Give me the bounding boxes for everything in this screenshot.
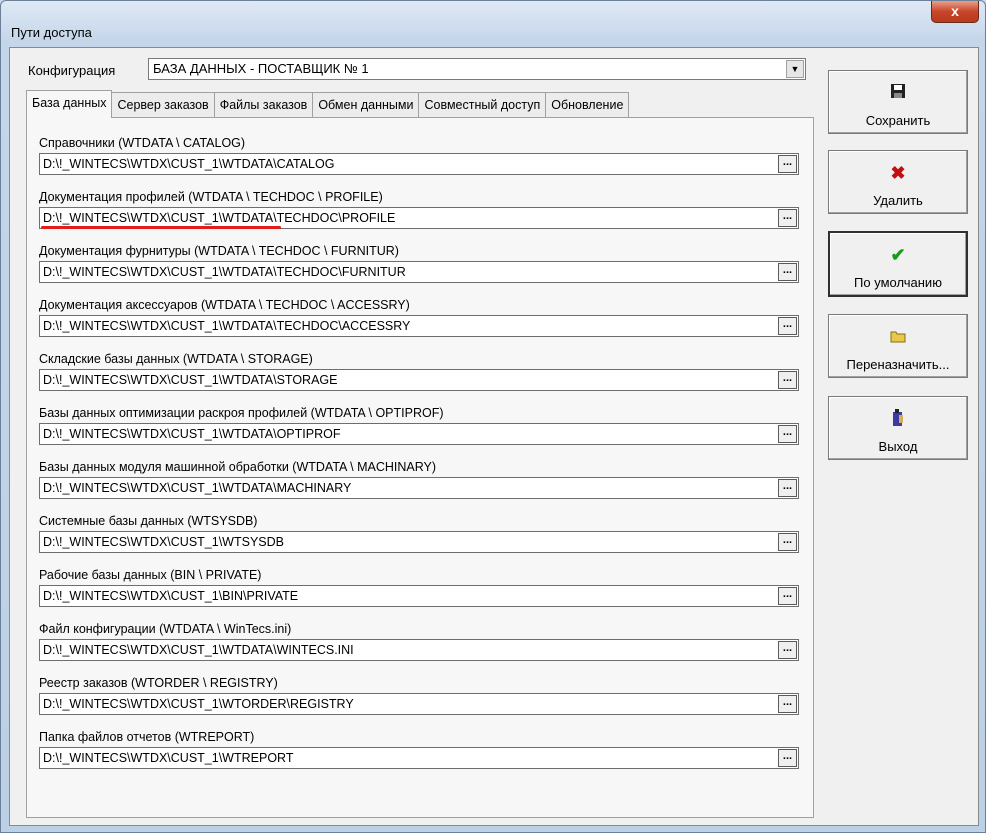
path-group-wtreport: Папка файлов отчетов (WTREPORT) D:\!_WIN…	[39, 730, 799, 769]
path-input[interactable]: D:\!_WINTECS\WTDX\CUST_1\WTDATA\WINTECS.…	[39, 639, 799, 661]
tab-order-files[interactable]: Файлы заказов	[213, 92, 314, 118]
path-value: D:\!_WINTECS\WTDX\CUST_1\WTDATA\TECHDOC\…	[43, 265, 406, 279]
browse-button[interactable]: ...	[778, 263, 797, 281]
path-value: D:\!_WINTECS\WTDX\CUST_1\WTREPORT	[43, 751, 294, 765]
path-label: Документация аксессуаров (WTDATA \ TECHD…	[39, 298, 410, 312]
path-input[interactable]: D:\!_WINTECS\WTDX\CUST_1\WTDATA\OPTIPROF…	[39, 423, 799, 445]
save-label: Сохранить	[865, 113, 931, 128]
path-group-catalog: Справочники (WTDATA \ CATALOG) D:\!_WINT…	[39, 136, 799, 175]
path-label: Папка файлов отчетов (WTREPORT)	[39, 730, 255, 744]
path-label: Справочники (WTDATA \ CATALOG)	[39, 136, 246, 150]
path-group-profile: Документация профилей (WTDATA \ TECHDOC …	[39, 190, 799, 229]
path-label: Реестр заказов (WTORDER \ REGISTRY)	[39, 676, 278, 690]
path-input[interactable]: D:\!_WINTECS\WTDX\CUST_1\WTDATA\TECHDOC\…	[39, 315, 799, 337]
path-value: D:\!_WINTECS\WTDX\CUST_1\BIN\PRIVATE	[43, 589, 299, 603]
tab-shared-access[interactable]: Совместный доступ	[418, 92, 547, 118]
path-group-private: Рабочие базы данных (BIN \ PRIVATE) D:\!…	[39, 568, 799, 607]
dialog-client: Конфигурация БАЗА ДАННЫХ - ПОСТАВЩИК № 1…	[9, 47, 979, 826]
delete-label: Удалить	[873, 193, 923, 208]
close-button[interactable]: x	[931, 1, 979, 23]
path-input[interactable]: D:\!_WINTECS\WTDX\CUST_1\WTREPORT...	[39, 747, 799, 769]
path-input[interactable]: D:\!_WINTECS\WTDX\CUST_1\BIN\PRIVATE...	[39, 585, 799, 607]
browse-button[interactable]: ...	[778, 479, 797, 497]
browse-button[interactable]: ...	[778, 155, 797, 173]
title-bar[interactable]: Пути доступа x	[1, 1, 985, 47]
red-underline-annotation	[41, 226, 281, 229]
path-label: Документация профилей (WTDATA \ TECHDOC …	[39, 190, 383, 204]
browse-button[interactable]: ...	[778, 533, 797, 551]
config-label: Конфигурация	[28, 63, 116, 78]
path-label: Базы данных модуля машинной обработки (W…	[39, 460, 437, 474]
reassign-label: Переназначить...	[846, 357, 950, 372]
browse-button[interactable]: ...	[778, 749, 797, 767]
browse-button[interactable]: ...	[778, 641, 797, 659]
browse-button[interactable]: ...	[778, 209, 797, 227]
path-label: Базы данных оптимизации раскроя профилей…	[39, 406, 444, 420]
path-value: D:\!_WINTECS\WTDX\CUST_1\WTSYSDB	[43, 535, 284, 549]
path-group-storage: Складские базы данных (WTDATA \ STORAGE)…	[39, 352, 799, 391]
floppy-disk-icon	[829, 83, 967, 107]
path-label: Рабочие базы данных (BIN \ PRIVATE)	[39, 568, 262, 582]
path-input[interactable]: D:\!_WINTECS\WTDX\CUST_1\WTDATA\MACHINAR…	[39, 477, 799, 499]
config-select[interactable]: БАЗА ДАННЫХ - ПОСТАВЩИК № 1 ▼	[148, 58, 806, 80]
default-button[interactable]: ✔ По умолчанию	[828, 231, 968, 297]
path-value: D:\!_WINTECS\WTDX\CUST_1\WTDATA\CATALOG	[43, 157, 335, 171]
exit-button[interactable]: Выход	[828, 396, 968, 460]
browse-button[interactable]: ...	[778, 317, 797, 335]
save-button[interactable]: Сохранить	[828, 70, 968, 134]
dialog-window: Пути доступа x Конфигурация БАЗА ДАННЫХ …	[0, 0, 986, 833]
exit-label: Выход	[878, 439, 918, 454]
delete-button[interactable]: ✖ Удалить	[828, 150, 968, 214]
path-value: D:\!_WINTECS\WTDX\CUST_1\WTDATA\MACHINAR…	[43, 481, 352, 495]
browse-button[interactable]: ...	[778, 587, 797, 605]
default-label: По умолчанию	[854, 275, 942, 290]
path-value: D:\!_WINTECS\WTDX\CUST_1\WTDATA\OPTIPROF	[43, 427, 341, 441]
path-value: D:\!_WINTECS\WTDX\CUST_1\WTDATA\TECHDOC\…	[43, 319, 411, 333]
tab-update[interactable]: Обновление	[545, 92, 630, 118]
browse-button[interactable]: ...	[778, 371, 797, 389]
chevron-down-icon[interactable]: ▼	[786, 60, 804, 78]
path-value: D:\!_WINTECS\WTDX\CUST_1\WTDATA\STORAGE	[43, 373, 338, 387]
tab-database[interactable]: База данных	[26, 90, 113, 118]
path-group-registry: Реестр заказов (WTORDER \ REGISTRY) D:\!…	[39, 676, 799, 715]
folder-icon	[829, 327, 967, 351]
window-title: Пути доступа	[11, 25, 92, 40]
path-label: Складские базы данных (WTDATA \ STORAGE)	[39, 352, 313, 366]
path-value: D:\!_WINTECS\WTDX\CUST_1\WTDATA\TECHDOC\…	[43, 211, 396, 225]
tab-order-server[interactable]: Сервер заказов	[111, 92, 215, 118]
path-label: Файл конфигурации (WTDATA \ WinTecs.ini)	[39, 622, 292, 636]
browse-button[interactable]: ...	[778, 425, 797, 443]
path-input[interactable]: D:\!_WINTECS\WTDX\CUST_1\WTDATA\CATALOG.…	[39, 153, 799, 175]
path-group-machinary: Базы данных модуля машинной обработки (W…	[39, 460, 799, 499]
tab-data-exchange[interactable]: Обмен данными	[312, 92, 420, 118]
path-input[interactable]: D:\!_WINTECS\WTDX\CUST_1\WTSYSDB...	[39, 531, 799, 553]
green-check-icon: ✔	[890, 245, 906, 265]
browse-button[interactable]: ...	[778, 695, 797, 713]
path-group-furnitur: Документация фурнитуры (WTDATA \ TECHDOC…	[39, 244, 799, 283]
tab-bar: База данных Сервер заказов Файлы заказов…	[26, 90, 630, 118]
path-input[interactable]: D:\!_WINTECS\WTDX\CUST_1\WTORDER\REGISTR…	[39, 693, 799, 715]
path-group-accessry: Документация аксессуаров (WTDATA \ TECHD…	[39, 298, 799, 337]
path-group-optiprof: Базы данных оптимизации раскроя профилей…	[39, 406, 799, 445]
path-input[interactable]: D:\!_WINTECS\WTDX\CUST_1\WTDATA\TECHDOC\…	[39, 261, 799, 283]
config-value: БАЗА ДАННЫХ - ПОСТАВЩИК № 1	[153, 61, 369, 76]
door-exit-icon	[829, 409, 967, 433]
reassign-button[interactable]: Переназначить...	[828, 314, 968, 378]
path-label: Системные базы данных (WTSYSDB)	[39, 514, 258, 528]
path-input[interactable]: D:\!_WINTECS\WTDX\CUST_1\WTDATA\STORAGE.…	[39, 369, 799, 391]
path-group-wintecs-ini: Файл конфигурации (WTDATA \ WinTecs.ini)…	[39, 622, 799, 661]
path-label: Документация фурнитуры (WTDATA \ TECHDOC…	[39, 244, 399, 258]
red-x-icon: ✖	[890, 163, 906, 183]
path-value: D:\!_WINTECS\WTDX\CUST_1\WTORDER\REGISTR…	[43, 697, 354, 711]
path-value: D:\!_WINTECS\WTDX\CUST_1\WTDATA\WINTECS.…	[43, 643, 354, 657]
path-group-wtsysdb: Системные базы данных (WTSYSDB) D:\!_WIN…	[39, 514, 799, 553]
tab-panel: Справочники (WTDATA \ CATALOG) D:\!_WINT…	[26, 117, 814, 818]
